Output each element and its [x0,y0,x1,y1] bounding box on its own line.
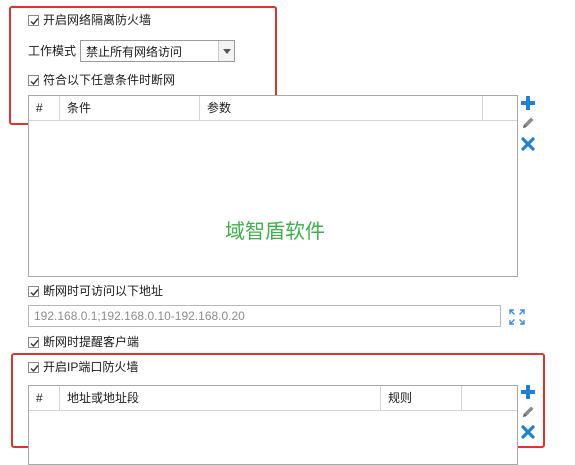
conditions-table[interactable]: # 条件 参数 域智盾软件 [28,95,518,277]
ip-rules-table-header: # 地址或地址段 规则 [29,386,517,411]
mode-label: 工作模式 [28,44,77,58]
column-header-index: # [29,386,60,410]
enable-network-firewall[interactable]: 开启网络隔离防火墙 [28,12,151,28]
expand-icon[interactable] [509,309,525,325]
mode-select-value: 禁止所有网络访问 [86,44,183,59]
checkbox-checked[interactable] [28,74,39,86]
checkbox-checked[interactable] [28,285,39,297]
checkbox-checked[interactable] [28,361,39,373]
chevron-down-icon[interactable] [218,41,234,61]
condition-disconnect-label: 符合以下任意条件时断网 [43,73,176,87]
checkbox-checked[interactable] [28,14,39,26]
access-address-label: 断网时可访问以下地址 [43,284,164,298]
conditions-table-header: # 条件 参数 [29,96,517,121]
column-header-rule: 规则 [381,386,462,410]
condition-disconnect-option[interactable]: 符合以下任意条件时断网 [28,72,175,88]
remind-client-label: 断网时提醒客户端 [43,335,140,349]
access-address-input[interactable]: 192.168.0.1;192.168.0.10-192.168.0.20 [28,305,501,327]
watermark-text: 域智盾软件 [225,221,325,243]
ip-rules-table[interactable]: # 地址或地址段 规则 [28,385,518,465]
column-header-index: # [29,96,60,120]
access-address-option[interactable]: 断网时可访问以下地址 [28,283,163,299]
mode-select[interactable]: 禁止所有网络访问 [80,40,235,62]
enable-network-firewall-label: 开启网络隔离防火墙 [43,13,152,27]
plus-icon[interactable] [520,95,536,111]
column-header-address: 地址或地址段 [60,386,381,410]
pencil-icon[interactable] [520,115,536,131]
x-icon[interactable] [520,424,536,440]
column-header-condition: 条件 [60,96,200,120]
pencil-icon[interactable] [520,404,536,420]
plus-icon[interactable] [520,384,536,400]
x-icon[interactable] [520,136,536,152]
remind-client-option[interactable]: 断网时提醒客户端 [28,334,139,350]
enable-ip-port-firewall-label: 开启IP端口防火墙 [43,360,139,374]
checkbox-checked[interactable] [28,336,39,348]
enable-ip-port-firewall[interactable]: 开启IP端口防火墙 [28,359,138,375]
column-header-param: 参数 [200,96,483,120]
